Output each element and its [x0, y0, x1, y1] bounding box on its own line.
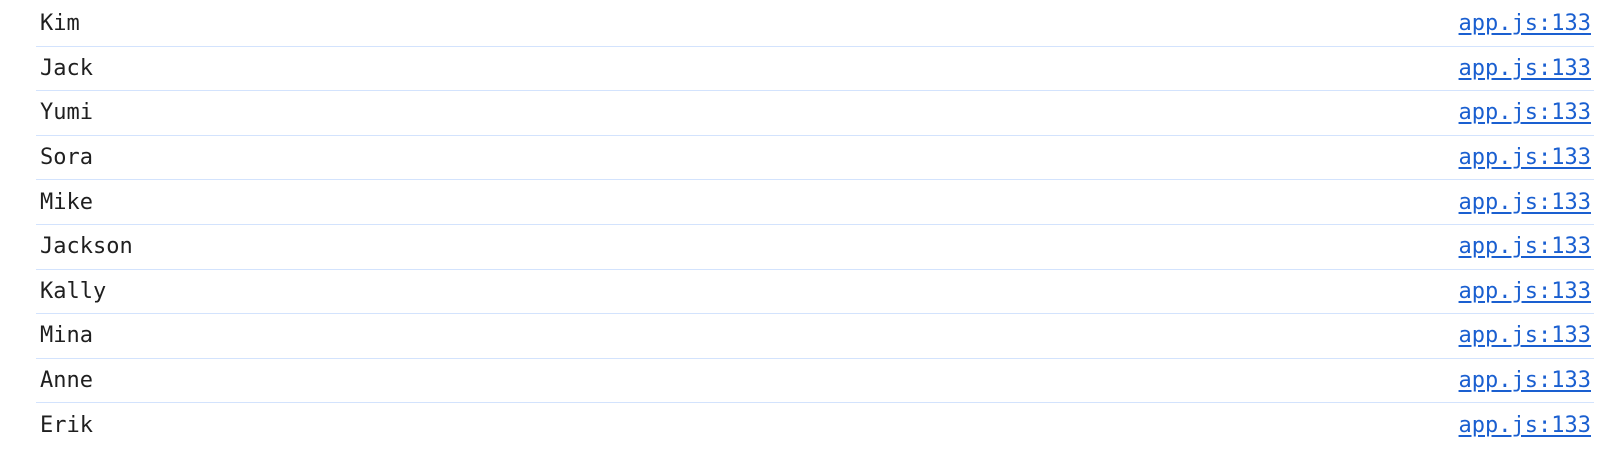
console-log-row: Kally app.js:133 [36, 270, 1594, 315]
log-source-link[interactable]: app.js:133 [1459, 368, 1591, 393]
log-source-link[interactable]: app.js:133 [1459, 413, 1591, 438]
log-message: Mina [40, 323, 93, 349]
log-message: Erik [40, 413, 93, 439]
log-source-link[interactable]: app.js:133 [1459, 323, 1591, 348]
console-log-row: Sora app.js:133 [36, 136, 1594, 181]
console-log-row: Jack app.js:133 [36, 47, 1594, 92]
log-message: Kim [40, 11, 80, 37]
log-message: Yumi [40, 100, 93, 126]
console-log-row: Erik app.js:133 [36, 403, 1594, 448]
log-source-link[interactable]: app.js:133 [1459, 56, 1591, 81]
log-message: Jack [40, 55, 93, 81]
log-message: Anne [40, 368, 93, 394]
console-log-row: Yumi app.js:133 [36, 91, 1594, 136]
console-log-row: Jackson app.js:133 [36, 225, 1594, 270]
log-source-link[interactable]: app.js:133 [1459, 234, 1591, 259]
log-source-link[interactable]: app.js:133 [1459, 11, 1591, 36]
log-message: Sora [40, 145, 93, 171]
log-source-link[interactable]: app.js:133 [1459, 145, 1591, 170]
console-log-row: Mina app.js:133 [36, 314, 1594, 359]
console-log-row: Mike app.js:133 [36, 180, 1594, 225]
log-source-link[interactable]: app.js:133 [1459, 279, 1591, 304]
console-log-list: Kim app.js:133 Jack app.js:133 Yumi app.… [36, 2, 1594, 448]
log-message: Mike [40, 189, 93, 215]
console-log-row: Kim app.js:133 [36, 2, 1594, 47]
log-message: Kally [40, 278, 107, 304]
log-source-link[interactable]: app.js:133 [1459, 190, 1591, 215]
log-source-link[interactable]: app.js:133 [1459, 100, 1591, 125]
console-log-row: Anne app.js:133 [36, 359, 1594, 404]
log-message: Jackson [40, 234, 133, 260]
